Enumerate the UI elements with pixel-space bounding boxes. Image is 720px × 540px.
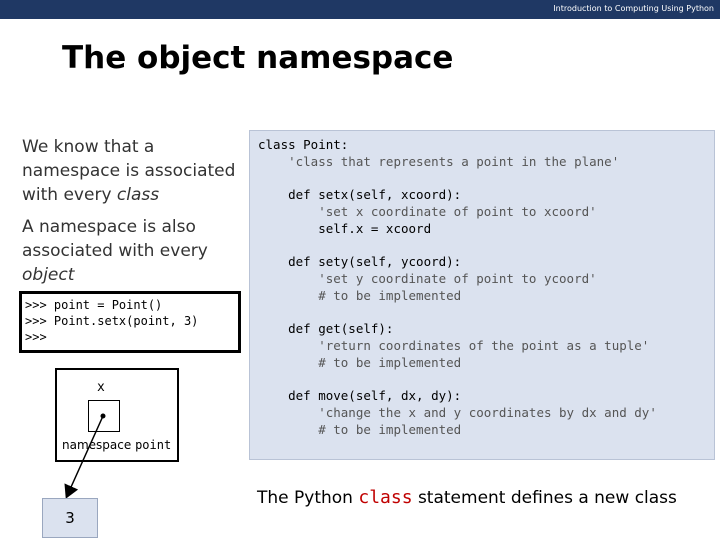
reference-arrow (64, 413, 106, 499)
class-keyword: class (358, 487, 413, 508)
summary-prefix: The Python (257, 488, 359, 508)
summary-suffix: statement defines a new class (412, 488, 677, 508)
summary-statement: The Python class statement defines a new… (257, 487, 677, 508)
value-object: 3 (42, 498, 98, 538)
